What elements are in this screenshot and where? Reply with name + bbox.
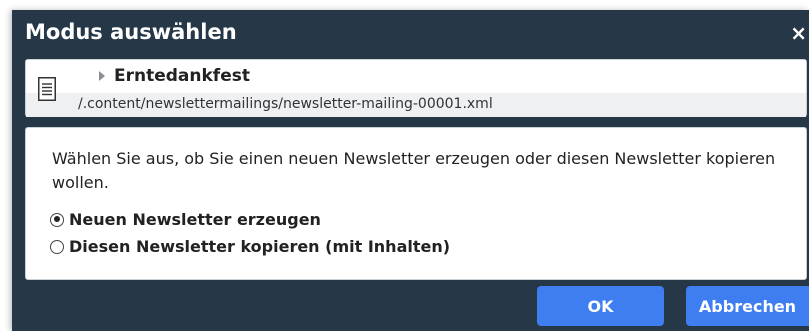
resource-title: Erntedankfest [114, 66, 250, 86]
mode-content-box: Wählen Sie aus, ob Sie einen neuen Newsl… [25, 127, 807, 280]
dialog-titlebar[interactable]: Modus auswählen × [12, 10, 809, 56]
document-icon [38, 77, 56, 101]
expand-caret-icon[interactable] [99, 71, 105, 81]
radio-button-create-new[interactable] [50, 212, 64, 227]
radio-option-copy[interactable]: Diesen Newsletter kopieren (mit Inhalten… [50, 237, 450, 256]
resource-path: /.content/newslettermailings/newsletter-… [78, 96, 493, 112]
description-text: Wählen Sie aus, ob Sie einen neuen Newsl… [52, 149, 776, 192]
mode-select-dialog: Modus auswählen × Erntedankfest /.conten… [12, 10, 809, 331]
radio-label-create-new: Neuen Newsletter erzeugen [69, 210, 321, 229]
radio-option-create-new[interactable]: Neuen Newsletter erzeugen [50, 210, 321, 229]
radio-button-copy[interactable] [50, 239, 64, 254]
radio-label-copy: Diesen Newsletter kopieren (mit Inhalten… [69, 237, 451, 256]
close-icon[interactable]: × [790, 21, 807, 45]
cancel-button[interactable]: Abbrechen [686, 286, 809, 326]
ok-button[interactable]: OK [537, 286, 664, 326]
dialog-title: Modus auswählen [25, 20, 237, 44]
resource-info-box: Erntedankfest /.content/newslettermailin… [25, 59, 807, 117]
